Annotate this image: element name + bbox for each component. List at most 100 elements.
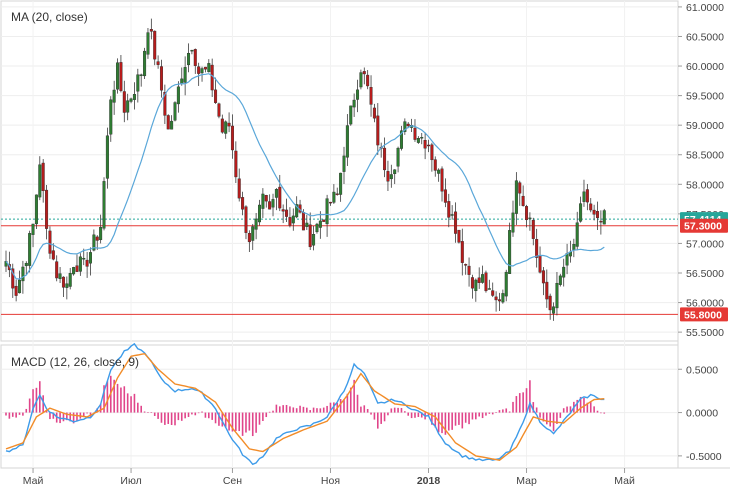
histogram-bar <box>603 412 606 414</box>
histogram-bar <box>167 412 170 424</box>
histogram-bar <box>258 412 261 425</box>
histogram-bar <box>387 412 389 416</box>
histogram-bar <box>302 406 305 413</box>
macd-tick-label: 0.0000 <box>686 408 718 420</box>
histogram-bar <box>404 411 406 413</box>
histogram-bar <box>126 393 129 413</box>
macd-indicator-title[interactable]: MACD (12, 26, close, 9) <box>11 355 139 369</box>
histogram-bar <box>502 409 504 413</box>
candle <box>166 114 170 130</box>
time-tick-label: 2018 <box>417 475 441 487</box>
histogram-bar <box>278 406 281 413</box>
histogram-bar <box>495 412 497 413</box>
ma-indicator-title[interactable]: MA (20, close) <box>11 10 88 24</box>
histogram-bar <box>238 412 241 432</box>
histogram-bar <box>322 407 325 413</box>
histogram-bar <box>123 386 126 413</box>
histogram-bar <box>275 404 278 413</box>
histogram-bar <box>272 410 274 413</box>
histogram-bar <box>410 412 413 419</box>
histogram-bar <box>282 405 284 413</box>
histogram-bar <box>522 392 524 413</box>
candle <box>558 273 562 287</box>
histogram-bar <box>265 412 268 418</box>
histogram-bar <box>255 412 257 433</box>
histogram-bar <box>458 412 460 425</box>
histogram-bar <box>120 387 122 413</box>
histogram-bar <box>11 412 14 417</box>
svg-text:57.3000: 57.3000 <box>684 221 722 233</box>
level-price-badge: 55.8000 <box>680 307 728 322</box>
histogram-bar <box>397 407 399 413</box>
histogram-bar <box>316 408 318 413</box>
candle <box>602 208 606 225</box>
candle <box>484 270 488 293</box>
histogram-bar <box>366 409 369 413</box>
histogram-bar <box>312 407 315 413</box>
histogram-bar <box>377 412 379 429</box>
histogram-bar <box>157 412 159 419</box>
histogram-bar <box>360 406 362 413</box>
candle <box>315 222 319 234</box>
histogram-bar <box>535 407 538 413</box>
histogram-bar <box>356 394 359 413</box>
histogram-bar <box>339 399 342 413</box>
histogram-bar <box>262 412 264 422</box>
histogram-bar <box>208 412 210 419</box>
histogram-bar <box>546 412 548 425</box>
price-tick-label: 56.5000 <box>686 268 724 280</box>
histogram-bar <box>319 408 322 413</box>
histogram-bar <box>326 405 328 413</box>
candle <box>143 47 147 80</box>
time-tick-label: Июл <box>120 475 141 487</box>
histogram-bar <box>241 412 244 436</box>
histogram-bar <box>150 412 153 413</box>
price-tick-label: 55.5000 <box>686 327 724 339</box>
time-tick-label: Сен <box>223 475 242 487</box>
candle <box>359 69 363 90</box>
histogram-bar <box>299 405 301 413</box>
histogram-bar <box>508 411 511 413</box>
macd-tick-label: -0.5000 <box>686 451 722 463</box>
histogram-bar <box>306 407 308 413</box>
time-tick-label: Мар <box>516 475 537 487</box>
histogram-bar <box>414 412 416 418</box>
price-pane[interactable] <box>0 0 679 342</box>
histogram-bar <box>383 412 386 422</box>
histogram-bar <box>133 393 136 413</box>
histogram-bar <box>214 412 217 424</box>
price-tick-label: 59.0000 <box>686 120 724 132</box>
histogram-bar <box>475 412 477 420</box>
chart-root: 61.0000 60.5000 60.0000 59.5000 59.0000 58.50… <box>0 0 730 489</box>
histogram-bar <box>593 406 595 413</box>
histogram-bar <box>454 412 457 426</box>
histogram-bar <box>478 412 480 417</box>
time-tick-label: Май <box>614 475 635 487</box>
price-tick-label: 60.5000 <box>686 31 724 43</box>
histogram-bar <box>512 401 514 413</box>
histogram-bar <box>106 381 109 413</box>
histogram-bar <box>25 408 28 413</box>
histogram-bar <box>461 412 464 429</box>
histogram-bar <box>292 407 295 413</box>
histogram-bar <box>373 412 376 420</box>
histogram-bar <box>180 412 183 421</box>
candle <box>173 101 177 122</box>
candle <box>217 102 221 119</box>
histogram-bar <box>451 412 453 430</box>
histogram-bar <box>49 412 51 420</box>
histogram-bar <box>471 412 474 420</box>
histogram-bar <box>194 412 197 416</box>
price-tick-label: 60.0000 <box>686 61 724 73</box>
histogram-bar <box>177 412 180 421</box>
histogram-bar <box>468 412 470 425</box>
histogram-bar <box>380 412 382 424</box>
histogram-bar <box>143 411 146 413</box>
histogram-bar <box>464 412 467 423</box>
histogram-bar <box>407 412 410 416</box>
histogram-bar <box>15 412 17 418</box>
histogram-bar <box>170 412 173 426</box>
histogram-bar <box>76 412 78 422</box>
histogram-bar <box>184 412 186 419</box>
histogram-bar <box>201 411 203 413</box>
